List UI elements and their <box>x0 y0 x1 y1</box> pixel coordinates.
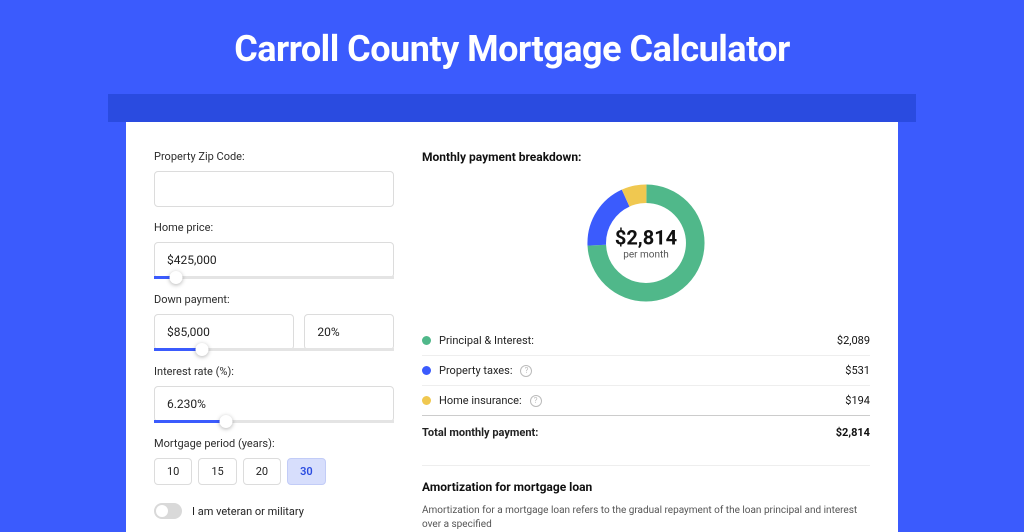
legend-label: Home insurance: <box>439 394 522 407</box>
interest-slider-fill <box>154 420 226 423</box>
down-payment-slider[interactable] <box>154 348 394 351</box>
zip-label: Property Zip Code: <box>154 150 394 163</box>
down-payment-pct-input[interactable] <box>304 314 394 350</box>
interest-input[interactable] <box>154 386 394 422</box>
home-price-slider-thumb[interactable] <box>169 271 182 284</box>
legend-dot-icon <box>422 336 431 345</box>
page-title: Carroll County Mortgage Calculator <box>0 0 1024 94</box>
period-btn-30[interactable]: 30 <box>287 458 326 485</box>
interest-slider-thumb[interactable] <box>220 415 233 428</box>
home-price-field: Home price: <box>154 221 394 279</box>
amortization-section: Amortization for mortgage loan Amortizat… <box>422 465 870 532</box>
interest-slider[interactable] <box>154 420 394 423</box>
amort-heading: Amortization for mortgage loan <box>422 480 870 494</box>
donut-center: $2,814 per month <box>615 226 677 261</box>
legend-total-row: Total monthly payment: $2,814 <box>422 415 870 447</box>
legend-dot-icon <box>422 396 431 405</box>
home-price-label: Home price: <box>154 221 394 234</box>
inputs-column: Property Zip Code: Home price: Down paym… <box>154 150 394 532</box>
legend-row: Principal & Interest: $2,089 <box>422 326 870 355</box>
veteran-toggle[interactable] <box>154 503 182 519</box>
toggle-knob <box>156 505 168 517</box>
home-price-input[interactable] <box>154 242 394 278</box>
legend: Principal & Interest: $2,089 Property taxe… <box>422 326 870 415</box>
legend-value: $2,089 <box>837 334 870 347</box>
donut-sub: per month <box>615 250 677 261</box>
period-label: Mortgage period (years): <box>154 437 394 450</box>
breakdown-column: Monthly payment breakdown: $2,814 per mo… <box>422 150 870 532</box>
breakdown-heading: Monthly payment breakdown: <box>422 150 870 164</box>
period-field: Mortgage period (years): 1015 2030 <box>154 437 394 485</box>
zip-field: Property Zip Code: <box>154 150 394 207</box>
info-icon[interactable]: ? <box>520 365 532 377</box>
interest-label: Interest rate (%): <box>154 365 394 378</box>
period-btn-20[interactable]: 20 <box>243 458 281 485</box>
down-payment-field: Down payment: <box>154 293 394 351</box>
header-banner <box>108 94 916 122</box>
period-btn-10[interactable]: 10 <box>154 458 192 485</box>
down-payment-slider-thumb[interactable] <box>196 343 209 356</box>
zip-input[interactable] <box>154 171 394 207</box>
total-label: Total monthly payment: <box>422 426 538 439</box>
down-payment-input[interactable] <box>154 314 294 350</box>
legend-dot-icon <box>422 366 431 375</box>
period-row: 1015 2030 <box>154 458 394 485</box>
period-btn-15[interactable]: 15 <box>198 458 236 485</box>
donut-chart: $2,814 per month <box>422 178 870 308</box>
legend-row: Home insurance:? $194 <box>422 385 870 415</box>
down-payment-label: Down payment: <box>154 293 394 306</box>
amort-text: Amortization for a mortgage loan refers … <box>422 504 870 532</box>
legend-row: Property taxes:? $531 <box>422 355 870 385</box>
calculator-card: Property Zip Code: Home price: Down paym… <box>126 122 898 532</box>
veteran-row: I am veteran or military <box>154 503 394 519</box>
info-icon[interactable]: ? <box>530 395 542 407</box>
interest-field: Interest rate (%): <box>154 365 394 423</box>
veteran-label: I am veteran or military <box>192 505 304 518</box>
donut-total: $2,814 <box>615 226 677 250</box>
home-price-slider[interactable] <box>154 276 394 279</box>
legend-label: Principal & Interest: <box>439 334 534 347</box>
legend-value: $194 <box>845 394 870 407</box>
legend-value: $531 <box>845 364 870 377</box>
total-value: $2,814 <box>836 426 870 439</box>
legend-label: Property taxes: <box>439 364 512 377</box>
